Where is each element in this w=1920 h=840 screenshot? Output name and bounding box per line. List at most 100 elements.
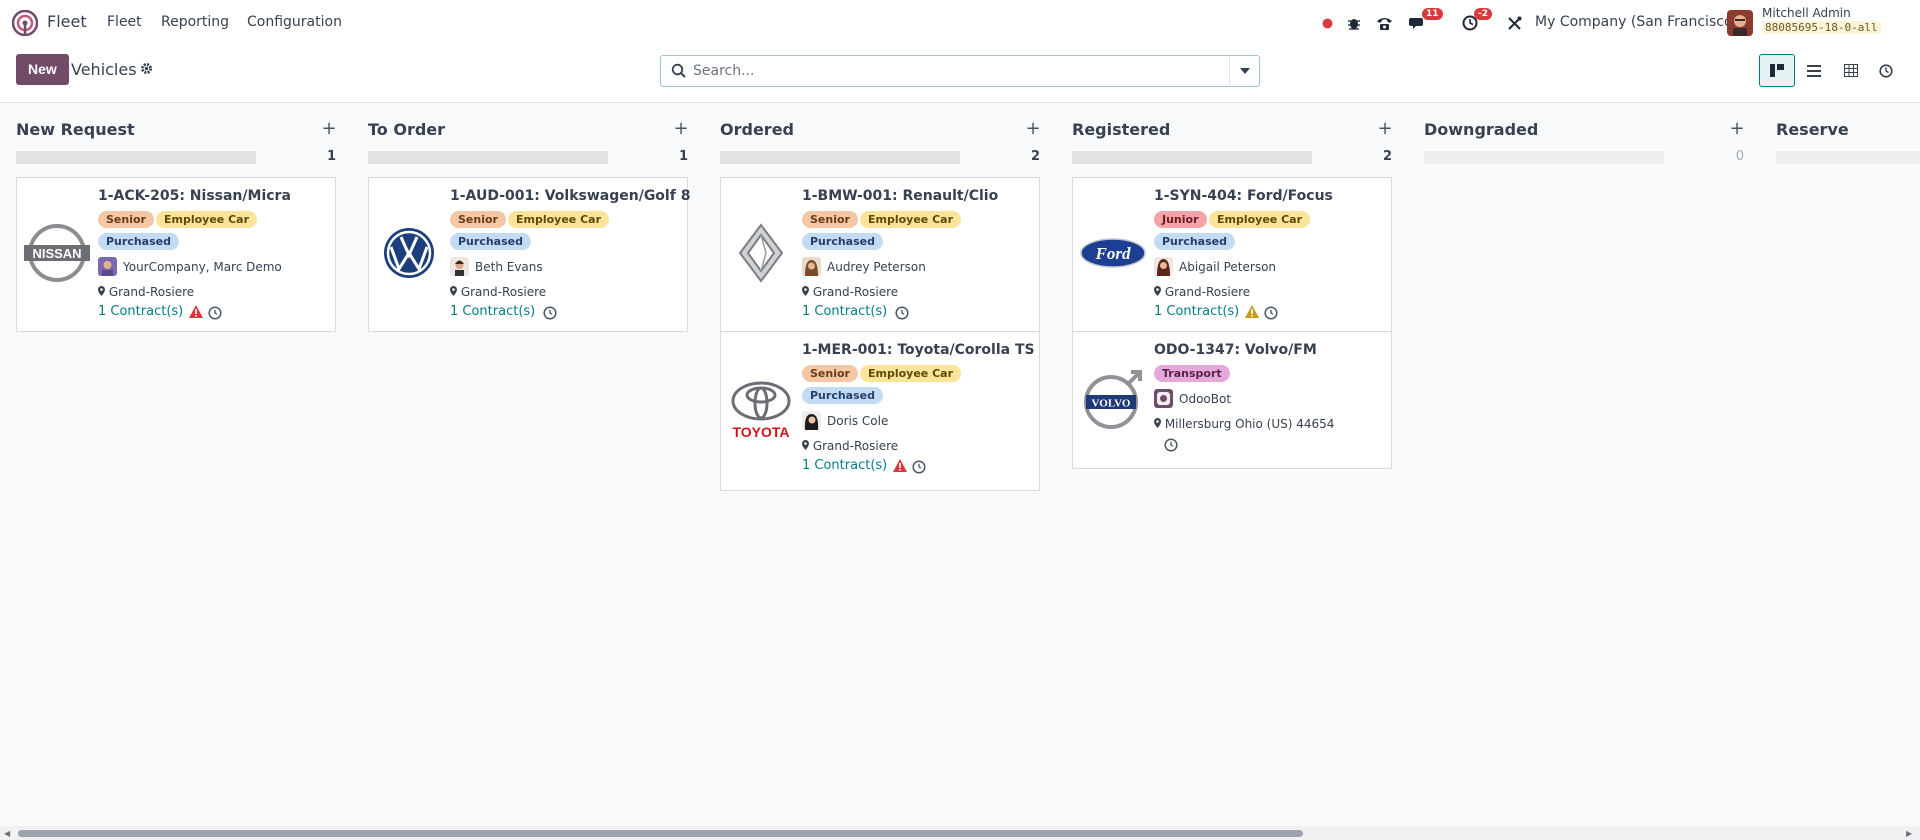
pivot-view-button[interactable] — [1833, 54, 1869, 87]
vehicle-name[interactable]: 1-SYN-404: Ford/Focus — [1154, 188, 1333, 204]
vehicle-name[interactable]: 1-AUD-001: Volkswagen/Golf 8 — [450, 188, 690, 204]
location-text: Grand-Rosiere — [1164, 285, 1251, 299]
horizontal-scrollbar[interactable]: ◀ ▶ — [0, 826, 1920, 840]
search-bar[interactable] — [660, 55, 1260, 87]
app-name[interactable]: Fleet — [47, 12, 87, 31]
new-button[interactable]: New — [16, 54, 69, 85]
driver-name: Abigail Peterson — [1179, 259, 1277, 274]
column-title-new-request[interactable]: New Request — [16, 120, 135, 139]
contracts-count[interactable]: 1 Contract(s) — [802, 458, 887, 473]
user-name[interactable]: Mitchell Admin — [1762, 6, 1851, 20]
column-title-registered[interactable]: Registered — [1072, 120, 1170, 139]
activity-clock-icon[interactable] — [543, 306, 557, 320]
location-text: Grand-Rosiere — [812, 285, 899, 299]
location: Grand-Rosiere — [802, 285, 898, 299]
map-marker-icon — [802, 440, 809, 450]
vehicle-card[interactable]: VOLVO ODO-1347: Volvo/FM Transport OdooB… — [1072, 331, 1392, 469]
user-avatar[interactable] — [1727, 10, 1753, 36]
column-add-icon[interactable]: + — [673, 118, 689, 139]
contracts-count[interactable]: 1 Contract(s) — [450, 304, 535, 319]
activity-clock-icon[interactable] — [895, 306, 909, 320]
fleet-app-icon[interactable] — [12, 10, 38, 36]
column-title-reserve[interactable]: Reserve — [1776, 120, 1849, 139]
contracts-link[interactable]: 1 Contract(s) — [802, 304, 887, 319]
contracts-count[interactable]: 1 Contract(s) — [802, 304, 887, 319]
driver: YourCompany, Marc Demo — [98, 257, 282, 276]
column-add-icon[interactable]: + — [321, 118, 337, 139]
activities-clock-icon[interactable]: -2 — [1461, 8, 1492, 34]
tag-purchased: Purchased — [802, 233, 883, 250]
column-count: 1 — [678, 149, 688, 164]
column-progress-bar[interactable] — [16, 151, 256, 164]
vehicle-name[interactable]: ODO-1347: Volvo/FM — [1154, 342, 1317, 358]
kanban-icon — [1770, 64, 1784, 77]
column-add-icon[interactable]: + — [1729, 118, 1745, 139]
driver-avatar — [450, 257, 469, 276]
column-progress-bar[interactable] — [720, 151, 960, 164]
column-title-ordered[interactable]: Ordered — [720, 120, 794, 139]
contracts-link[interactable]: 1 Contract(s) — [450, 304, 535, 319]
driver-avatar — [1154, 257, 1173, 276]
driver-name: YourCompany, Marc Demo — [123, 259, 282, 274]
activity-clock-icon[interactable] — [912, 460, 926, 474]
driver-avatar — [98, 257, 117, 276]
column-count: 1 — [326, 149, 336, 164]
contracts-count[interactable]: 1 Contract(s) — [1154, 304, 1239, 319]
volvo-logo: VOLVO — [1079, 366, 1147, 434]
vehicle-card[interactable]: 1-AUD-001: Volkswagen/Golf 8 Senior Empl… — [368, 177, 690, 332]
tools-icon[interactable] — [1505, 12, 1523, 34]
vehicle-card[interactable]: 1-BMW-001: Renault/Clio Senior Employee … — [720, 177, 1040, 332]
database-name: 88085695-18-0-all — [1762, 21, 1881, 34]
contracts-link[interactable]: 1 Contract(s) — [1154, 304, 1260, 319]
tag-employee-car: Employee Car — [156, 211, 258, 228]
activity-view-button[interactable] — [1868, 54, 1904, 87]
renault-logo — [727, 219, 795, 287]
tag-purchased: Purchased — [450, 233, 531, 250]
vehicle-name[interactable]: 1-ACK-205: Nissan/Micra — [98, 188, 291, 204]
toyota-logo: TOYOTA — [727, 376, 795, 444]
column-add-icon[interactable]: + — [1377, 118, 1393, 139]
menu-reporting[interactable]: Reporting — [161, 14, 229, 30]
column-progress-bar[interactable] — [1776, 151, 1920, 164]
menu-configuration[interactable]: Configuration — [247, 14, 342, 30]
list-view-button[interactable] — [1796, 54, 1832, 87]
activity-clock-icon[interactable] — [208, 306, 222, 320]
ford-logo: Ford — [1079, 219, 1147, 287]
location-text: Grand-Rosiere — [460, 285, 547, 299]
column-title-to-order[interactable]: To Order — [368, 120, 445, 139]
map-marker-icon — [450, 286, 457, 296]
company-switcher[interactable]: My Company (San Francisco) — [1535, 14, 1738, 30]
vehicle-name[interactable]: 1-BMW-001: Renault/Clio — [802, 188, 998, 204]
contracts-count[interactable]: 1 Contract(s) — [98, 304, 183, 319]
caret-down-icon — [1239, 68, 1250, 74]
tag-employee-car: Employee Car — [860, 365, 962, 382]
vehicle-card[interactable]: TOYOTA 1-MER-001: Toyota/Corolla TS Seni… — [720, 331, 1040, 491]
activity-clock-icon[interactable] — [1164, 438, 1178, 452]
vehicle-card[interactable]: NISSAN 1-ACK-205: Nissan/Micra Senior Em… — [16, 177, 336, 332]
gear-icon[interactable] — [140, 62, 153, 79]
kanban-view-button[interactable] — [1759, 54, 1795, 87]
search-icon — [671, 63, 686, 78]
messages-icon[interactable]: 11 — [1408, 8, 1443, 34]
contracts-link[interactable]: 1 Contract(s) — [98, 304, 204, 319]
column-progress-bar[interactable] — [1424, 151, 1664, 164]
search-input[interactable] — [693, 61, 1193, 81]
bug-icon[interactable] — [1346, 12, 1362, 34]
scroll-left-icon[interactable]: ◀ — [4, 829, 10, 838]
column-add-icon[interactable]: + — [1025, 118, 1041, 139]
scroll-right-icon[interactable]: ▶ — [1906, 829, 1912, 838]
vehicle-name[interactable]: 1-MER-001: Toyota/Corolla TS — [802, 342, 1035, 358]
search-options-toggle[interactable] — [1229, 56, 1259, 86]
top-navbar: Fleet Fleet Reporting Configuration 11 -… — [0, 0, 1920, 46]
activity-clock-icon[interactable] — [1264, 306, 1278, 320]
page-title: Vehicles — [71, 60, 137, 79]
column-progress-bar[interactable] — [1072, 151, 1312, 164]
contracts-link[interactable]: 1 Contract(s) — [802, 458, 908, 473]
column-title-downgraded[interactable]: Downgraded — [1424, 120, 1538, 139]
scrollbar-thumb[interactable] — [18, 830, 1303, 837]
recording-dot-icon[interactable] — [1320, 12, 1334, 34]
column-progress-bar[interactable] — [368, 151, 608, 164]
menu-fleet[interactable]: Fleet — [107, 14, 142, 30]
vehicle-card[interactable]: Ford 1-SYN-404: Ford/Focus Junior Employ… — [1072, 177, 1392, 332]
phone-icon[interactable] — [1375, 12, 1393, 34]
